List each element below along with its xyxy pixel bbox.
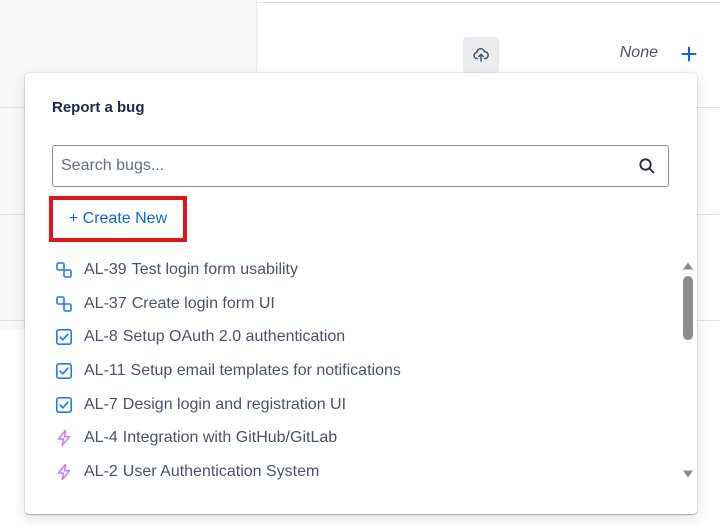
task-checkbox-icon (55, 396, 73, 414)
list-item[interactable]: AL-39 Test login form usability (55, 253, 675, 287)
issue-summary: User Authentication System (122, 462, 320, 480)
divider (696, 107, 720, 108)
list-item[interactable]: AL-4 Integration with GitHub/GitLab (55, 421, 675, 455)
divider (696, 214, 720, 215)
issue-summary: Test login form usability (131, 260, 298, 278)
add-button[interactable] (679, 44, 699, 64)
report-bug-popup: Report a bug + Create New AL-39 Test log… (25, 73, 697, 514)
epic-lightning-icon (55, 463, 73, 481)
create-new-highlight: + Create New (49, 196, 187, 242)
issue-key: AL-7 (84, 395, 118, 413)
subtask-icon (55, 295, 73, 313)
issue-key: AL-37 (84, 294, 127, 312)
task-checkbox-icon (55, 328, 73, 346)
issue-key: AL-11 (84, 361, 126, 379)
scroll-up-arrow-icon[interactable] (682, 258, 694, 276)
issue-key: AL-4 (84, 429, 118, 447)
scroll-down-arrow-icon[interactable] (682, 466, 694, 484)
scroll-thumb[interactable] (683, 276, 693, 340)
bug-list: AL-39 Test login form usability AL-37 Cr… (55, 253, 675, 488)
field-value-none: None (619, 44, 658, 61)
list-item[interactable]: AL-37 Create login form UI (55, 287, 675, 321)
plus-icon (681, 46, 697, 62)
search-box (52, 145, 669, 187)
task-checkbox-icon (55, 362, 73, 380)
issue-key: AL-2 (84, 462, 118, 480)
issue-summary: Design login and registration UI (122, 395, 347, 413)
upload-button[interactable] (463, 37, 499, 73)
list-item[interactable]: AL-8 Setup OAuth 2.0 authentication (55, 320, 675, 354)
subtask-icon (55, 261, 73, 279)
create-new-button[interactable]: + Create New (69, 210, 167, 228)
issue-summary: Setup OAuth 2.0 authentication (122, 328, 346, 346)
issue-summary: Integration with GitHub/GitLab (122, 429, 338, 447)
issue-key: AL-8 (84, 328, 118, 346)
search-icon[interactable] (638, 157, 656, 175)
divider (256, 2, 720, 3)
search-input[interactable] (53, 156, 638, 176)
list-item[interactable]: AL-2 User Authentication System (55, 455, 675, 488)
cloud-upload-icon (473, 47, 489, 63)
list-item[interactable]: AL-7 Design login and registration UI (55, 388, 675, 422)
issue-summary: Create login form UI (131, 294, 275, 312)
popup-title: Report a bug (52, 99, 145, 116)
list-item[interactable]: AL-11 Setup email templates for notifica… (55, 354, 675, 388)
issue-summary: Setup email templates for notifications (130, 361, 401, 379)
issue-key: AL-39 (84, 260, 127, 278)
epic-lightning-icon (55, 429, 73, 447)
list-scrollbar[interactable] (681, 258, 695, 484)
divider (696, 320, 720, 321)
